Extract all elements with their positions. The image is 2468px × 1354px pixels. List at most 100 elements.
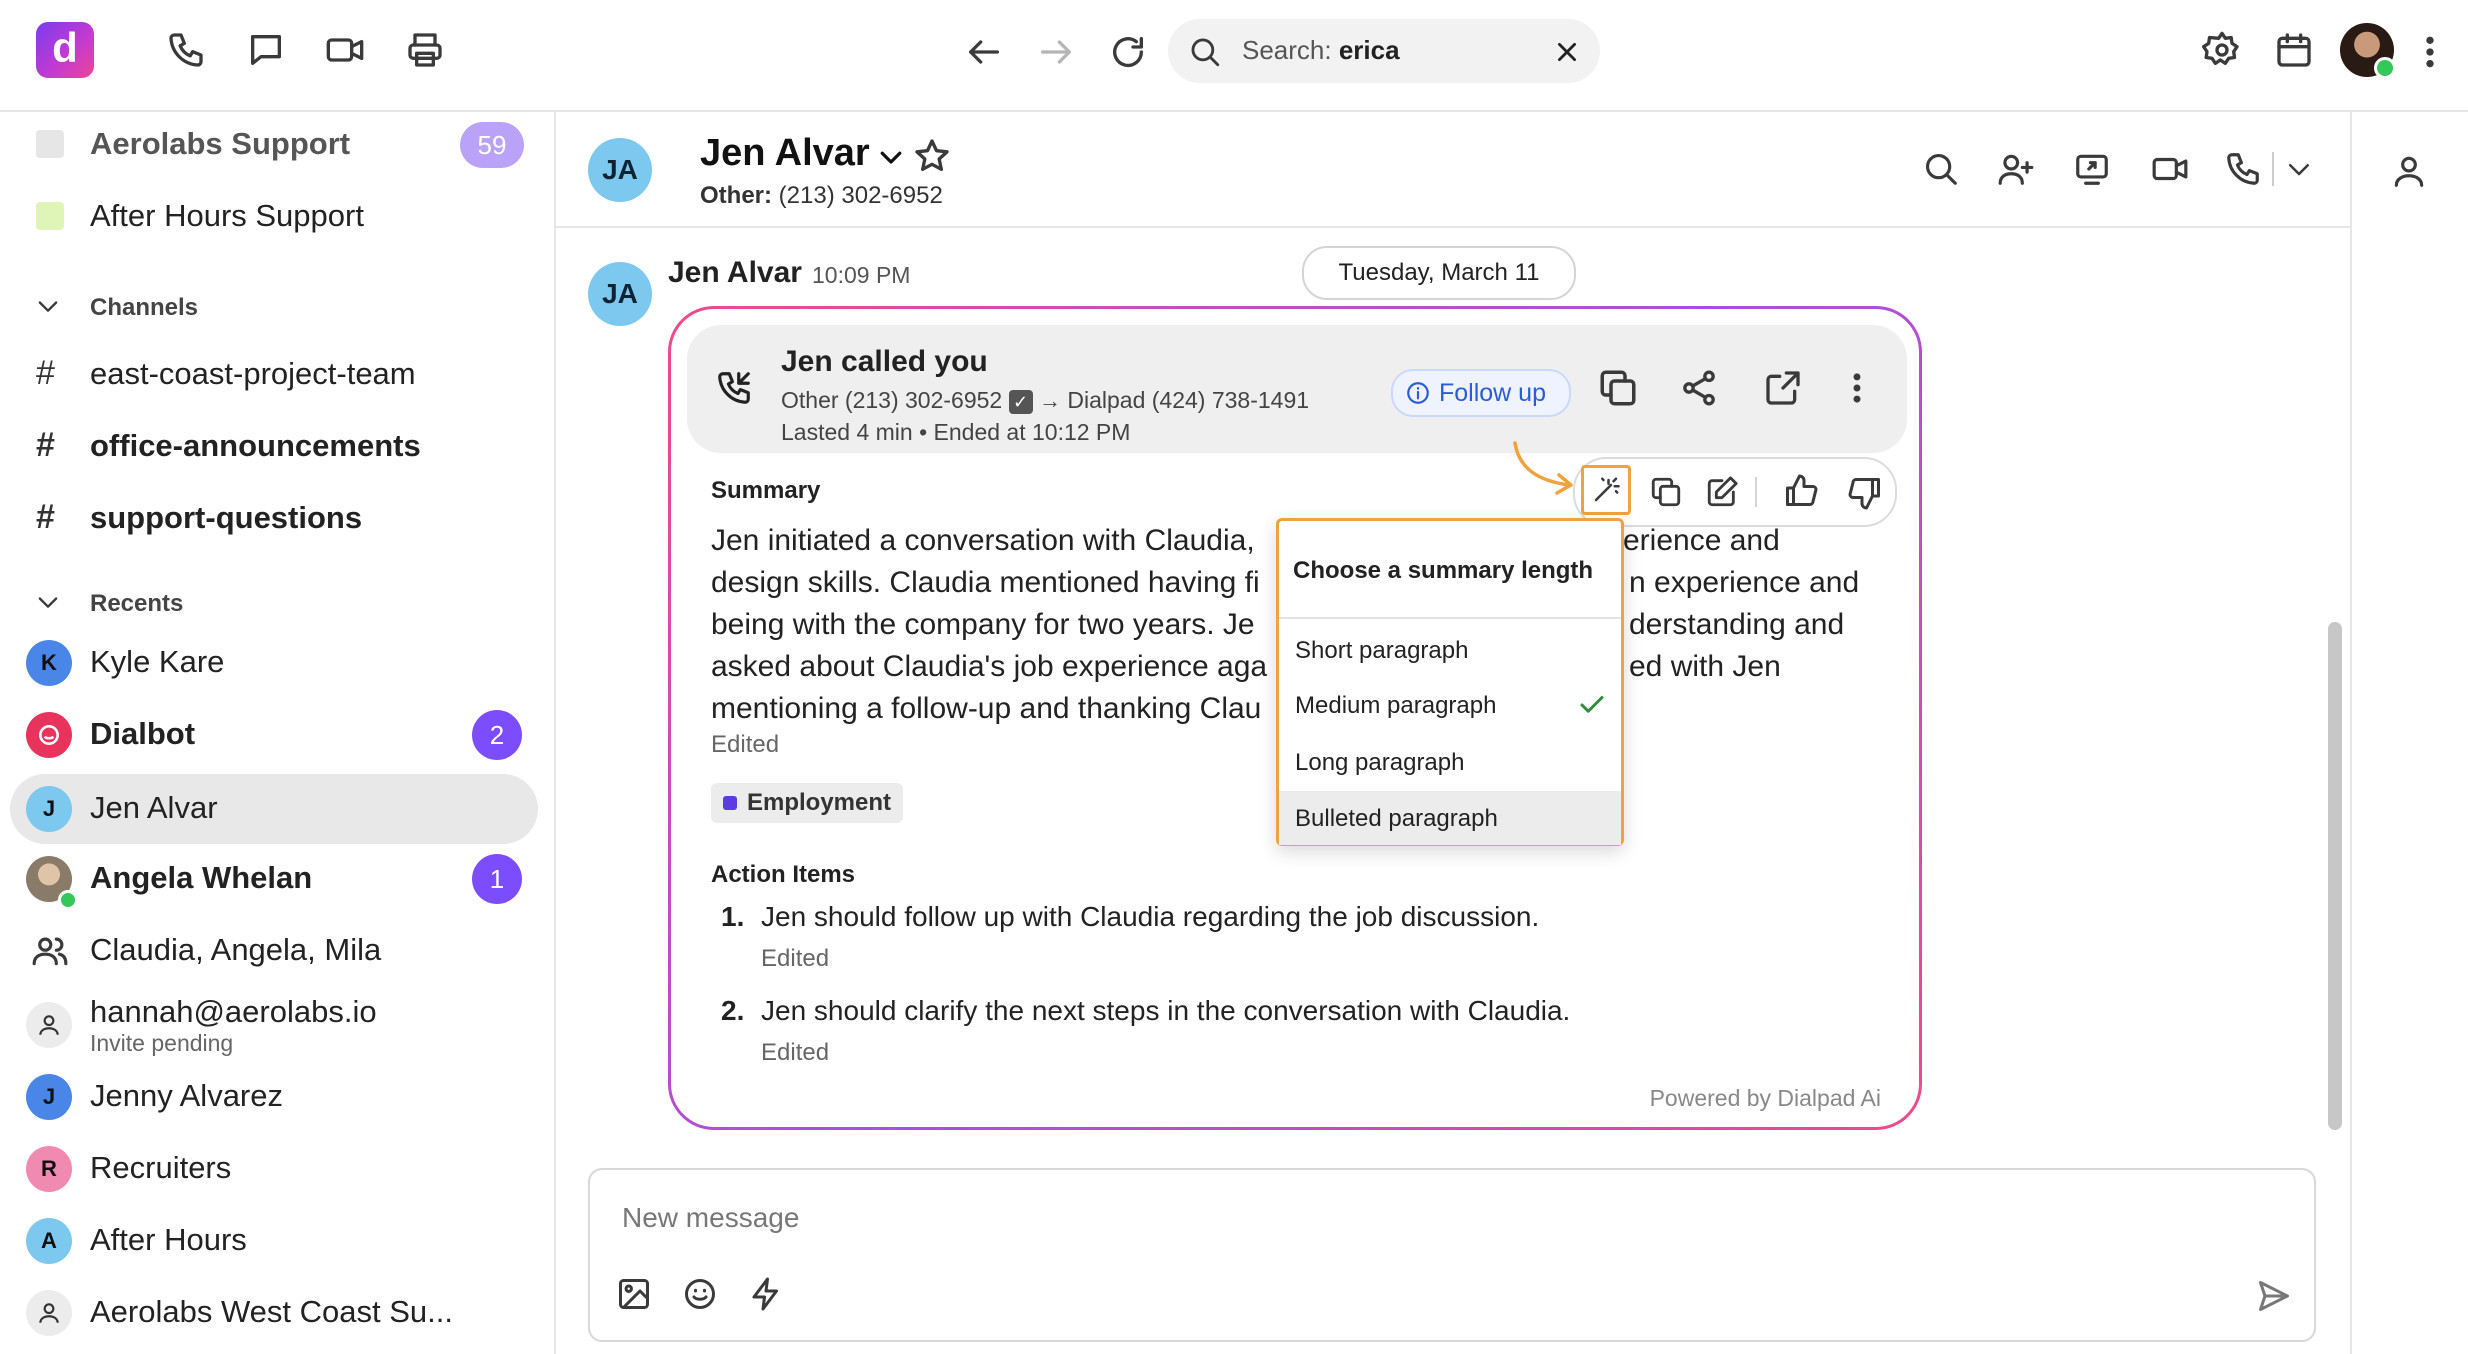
hash-icon: # (36, 426, 55, 464)
sender-name[interactable]: Jen Alvar (668, 256, 802, 290)
option-medium-paragraph[interactable]: Medium paragraph (1279, 678, 1621, 732)
call-info-box: Jen called you Other (213) 302-6952 ✓ → … (687, 325, 1907, 453)
conversation-header: JA Jen Alvar Other: (213) 302-6952 (556, 112, 2350, 228)
app-logo[interactable]: d (36, 22, 94, 78)
sidebar-item-label: Aerolabs Support (90, 126, 351, 161)
sidebar-item-label: support-questions (90, 500, 363, 535)
star-icon[interactable] (912, 136, 952, 176)
sidebar-item-label: Angela Whelan (90, 860, 313, 895)
search-icon[interactable] (1922, 150, 1960, 188)
online-status-dot (2374, 57, 2396, 79)
magic-wand-icon (1591, 475, 1621, 505)
share-icon[interactable] (1679, 367, 1719, 409)
forward-arrow-icon[interactable] (1036, 32, 1076, 72)
phone-icon[interactable] (2224, 150, 2262, 188)
avatar: J (26, 1074, 72, 1120)
phone-icon[interactable] (166, 30, 206, 70)
sidebar-item-jenny-alvarez[interactable]: J Jenny Alvarez (0, 1064, 554, 1130)
sidebar-item-kyle-kare[interactable]: K Kyle Kare (0, 630, 554, 696)
more-vertical-icon[interactable] (1847, 369, 1867, 407)
search-bar[interactable]: Search: erica (1168, 19, 1600, 83)
print-icon[interactable] (404, 30, 446, 70)
channels-section-header[interactable]: Channels (0, 282, 554, 332)
sidebar-item-dialbot[interactable]: Dialbot 2 (0, 702, 554, 768)
emoji-icon[interactable] (682, 1276, 718, 1312)
more-vertical-icon[interactable] (2418, 32, 2442, 72)
unread-badge: 59 (460, 122, 524, 168)
chevron-down-icon[interactable] (876, 142, 906, 172)
sidebar-item-support-questions[interactable]: # support-questions (0, 486, 554, 552)
scrollbar[interactable] (2328, 622, 2342, 1130)
sidebar-item-aerolabs-west-coast[interactable]: Aerolabs West Coast Su... (0, 1280, 554, 1346)
option-bulleted-paragraph[interactable]: Bulleted paragraph (1279, 791, 1621, 845)
sidebar-item-jen-alvar[interactable]: J Jen Alvar (0, 774, 554, 844)
action-item-edited-label: Edited (761, 1039, 830, 1066)
gear-icon[interactable] (2202, 30, 2242, 70)
summary-line-2-tail: n experience and (1629, 566, 1860, 599)
sidebar-item-after-hours-support[interactable]: After Hours Support (0, 184, 554, 250)
avatar: K (26, 640, 72, 686)
call-meta: Lasted 4 min • Ended at 10:12 PM (781, 419, 1131, 445)
summary-heading: Summary (711, 477, 821, 504)
summary-length-button[interactable] (1581, 465, 1631, 515)
sidebar-item-east-coast-project-team[interactable]: # east-coast-project-team (0, 342, 554, 408)
verified-check-icon: ✓ (1008, 389, 1033, 414)
add-person-icon[interactable] (1996, 150, 2036, 188)
divider (1279, 617, 1621, 619)
recents-section-header[interactable]: Recents (0, 578, 554, 628)
section-title: Channels (90, 294, 199, 321)
topic-tag[interactable]: Employment (711, 783, 904, 823)
option-short-paragraph[interactable]: Short paragraph (1279, 623, 1621, 677)
sidebar-item-after-hours[interactable]: A After Hours (0, 1208, 554, 1274)
sidebar-item-office-announcements[interactable]: # office-announcements (0, 414, 554, 480)
person-icon (26, 1290, 72, 1336)
follow-up-button[interactable]: Follow up (1391, 369, 1571, 417)
sidebar-item-hannah-invite[interactable]: hannah@aerolabs.io Invite pending (0, 988, 554, 1064)
action-item-text: Jen should follow up with Claudia regard… (761, 901, 1540, 932)
share-screen-icon[interactable] (2072, 150, 2112, 188)
action-items-heading: Action Items (711, 861, 856, 888)
pointer-arrow-icon (1513, 441, 1573, 495)
sidebar-item-label: hannah@aerolabs.io (90, 994, 377, 1029)
image-icon[interactable] (616, 1276, 652, 1312)
contact-name[interactable]: Jen Alvar (700, 132, 870, 175)
copy-icon[interactable] (1649, 475, 1683, 509)
option-long-paragraph[interactable]: Long paragraph (1279, 735, 1621, 789)
contact-avatar[interactable]: JA (588, 138, 652, 202)
copy-icon[interactable] (1597, 367, 1639, 409)
search-query[interactable]: Search: erica (1242, 35, 1400, 66)
back-arrow-icon[interactable] (964, 32, 1004, 72)
thumbs-down-icon[interactable] (1847, 475, 1883, 511)
thumbs-up-icon[interactable] (1783, 473, 1819, 509)
hash-icon: # (36, 354, 55, 392)
calendar-icon[interactable] (2274, 30, 2314, 70)
message-input[interactable]: New message (622, 1202, 799, 1234)
video-icon[interactable] (2150, 150, 2190, 188)
sender-avatar[interactable]: JA (588, 262, 652, 326)
call-to: Dialpad (424) 738-1491 (1067, 387, 1310, 413)
sidebar-item-group-chat[interactable]: Claudia, Angela, Mila (0, 918, 554, 984)
lightning-icon[interactable] (748, 1274, 784, 1314)
clear-search-icon[interactable] (1554, 39, 1580, 65)
profile-icon[interactable] (2390, 152, 2428, 190)
video-icon[interactable] (324, 30, 366, 70)
summary-line-2: design skills. Claudia mentioned having … (711, 566, 1260, 599)
sidebar-item-angela-whelan[interactable]: Angela Whelan 1 (0, 846, 554, 912)
message-composer: New message (588, 1168, 2316, 1342)
send-icon[interactable] (2256, 1278, 2292, 1314)
edit-icon[interactable] (1705, 475, 1739, 509)
sidebar-item-aerolabs-support[interactable]: Aerolabs Support 59 (0, 112, 554, 178)
sidebar-item-label: Claudia, Angela, Mila (90, 932, 382, 967)
user-avatar[interactable] (2340, 23, 2396, 79)
avatar: J (26, 786, 72, 832)
tag-color-swatch (723, 796, 737, 810)
open-external-icon[interactable] (1763, 367, 1803, 409)
sidebar-item-label: After Hours (90, 1222, 247, 1257)
section-title: Recents (90, 590, 184, 617)
chevron-down-icon[interactable] (2284, 154, 2314, 184)
chat-icon[interactable] (246, 30, 286, 70)
unread-badge: 1 (472, 854, 522, 904)
refresh-icon[interactable] (1108, 32, 1148, 72)
sidebar-item-recruiters[interactable]: R Recruiters (0, 1136, 554, 1202)
sidebar-item-label: Jenny Alvarez (90, 1078, 283, 1113)
